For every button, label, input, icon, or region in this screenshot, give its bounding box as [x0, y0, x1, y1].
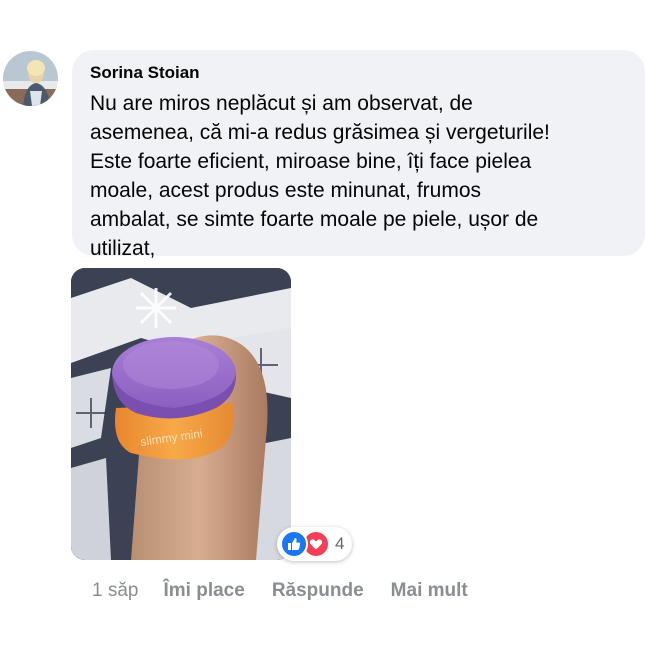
- reaction-count: 4: [335, 534, 345, 553]
- like-icon: [280, 530, 308, 558]
- reaction-summary[interactable]: 4: [277, 527, 353, 561]
- comment-author[interactable]: Sorina Stoian: [90, 62, 200, 84]
- like-button[interactable]: Îmi place: [163, 580, 244, 602]
- comment-actions: 1 săp Îmi place Răspunde Mai mult: [92, 578, 495, 604]
- comment-timestamp[interactable]: 1 săp: [92, 580, 138, 602]
- comment-text: Nu are miros neplăcut și am observat, de…: [90, 92, 550, 260]
- comment-bubble: Sorina Stoian Nu are miros neplăcut și a…: [72, 50, 645, 260]
- commenter-avatar[interactable]: [3, 51, 58, 106]
- reply-button[interactable]: Răspunde: [272, 580, 364, 602]
- comment-photo[interactable]: slimmy mini: [71, 268, 291, 560]
- more-button[interactable]: Mai mult: [391, 580, 468, 602]
